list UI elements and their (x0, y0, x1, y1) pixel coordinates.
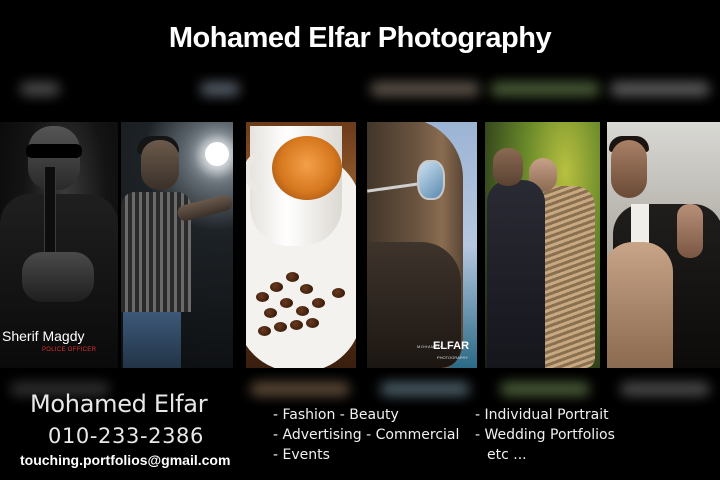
blurred-reflection-top (0, 72, 720, 106)
service-item: - Events (273, 447, 330, 463)
contact-email: touching.portfolios@gmail.com (20, 452, 231, 468)
service-item: - Fashion - Beauty (273, 407, 399, 423)
service-item: - Advertising - Commercial (273, 427, 460, 443)
photo-caption-role: POLICE OFFICER (42, 347, 97, 353)
service-item-etc: etc ... (487, 447, 527, 463)
contact-name: Mohamed Elfar (30, 390, 208, 418)
photo-strip: Sherif Magdy POLICE OFFICER MOHAMED ELFA… (0, 122, 720, 368)
services-list-secondary: - Individual Portrait - Wedding Portfoli… (475, 405, 615, 465)
photo-groom-thumbs-up (607, 122, 720, 368)
page-title: Mohamed Elfar Photography (168, 22, 552, 54)
contact-phone: 010-233-2386 (48, 424, 204, 448)
service-item: - Individual Portrait (475, 407, 609, 423)
photo-sunglasses-profile: MOHAMED ELFAR PHOTOGRAPHY (367, 122, 477, 368)
photo-logo-sub: PHOTOGRAPHY (437, 355, 469, 360)
photo-caption-name: Sherif Magdy (2, 328, 85, 344)
photo-man-with-lamp (121, 122, 233, 368)
service-item: - Wedding Portfolios (475, 427, 615, 443)
photo-police-officer: Sherif Magdy POLICE OFFICER (0, 122, 118, 368)
services-list-primary: - Fashion - Beauty - Advertising - Comme… (273, 405, 459, 465)
photo-logo-main: ELFAR (433, 340, 470, 352)
photo-wedding-dance (485, 122, 600, 368)
photo-coffee-cup (246, 122, 356, 368)
